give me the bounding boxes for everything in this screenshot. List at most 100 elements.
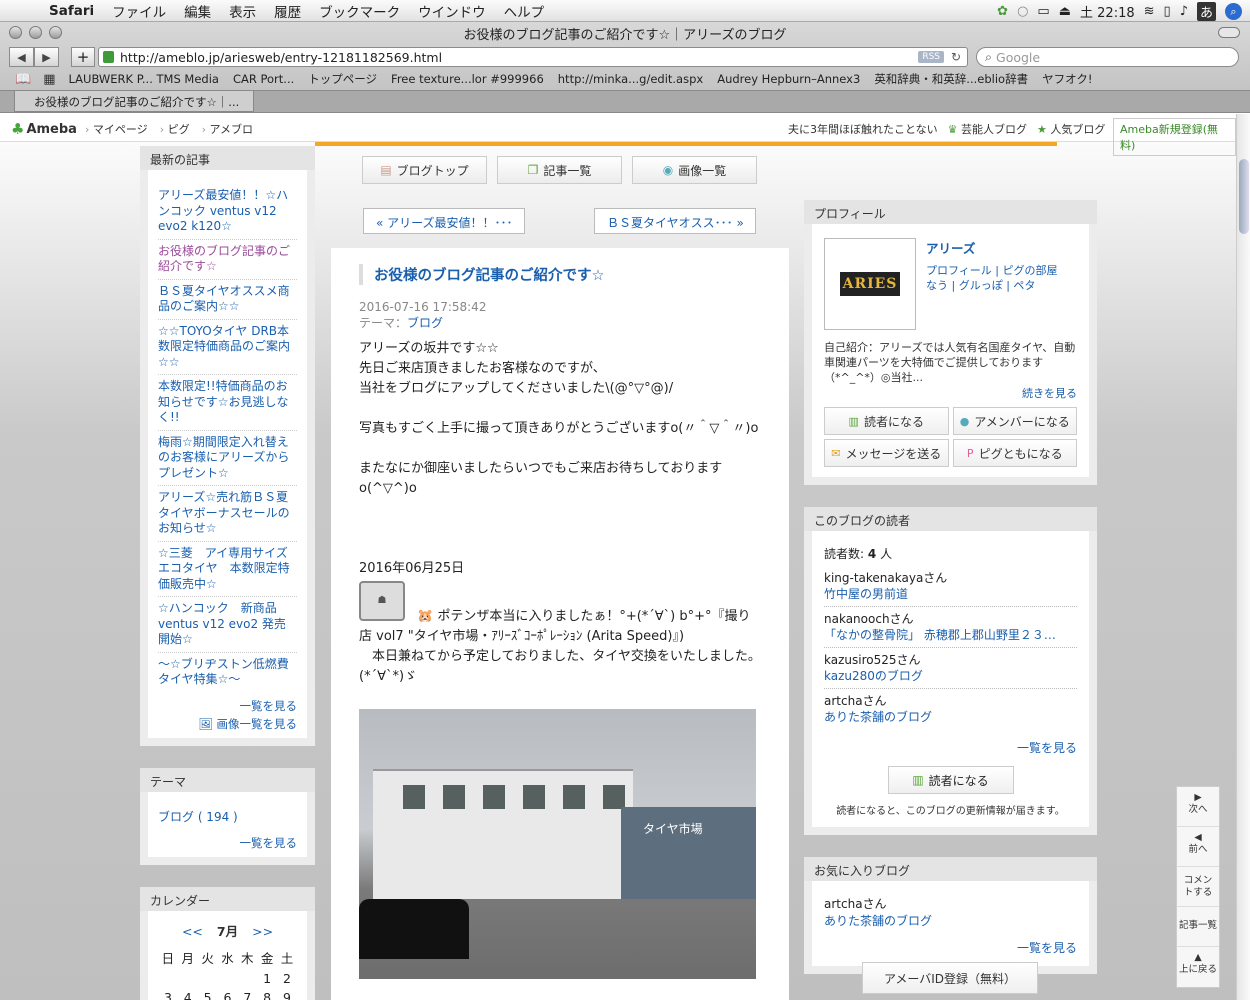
recent-post-link[interactable]: アリーズ最安値！！☆ハンコック ventus v12 evo2 k120☆ — [158, 184, 297, 240]
theme-link[interactable]: ブログ — [407, 316, 443, 330]
ime-icon[interactable]: あ — [1196, 2, 1216, 21]
article-title[interactable]: お役様のブログ記事のご紹介です☆ — [359, 264, 761, 285]
bookmark-item[interactable]: 英和辞典・和英辞...eblio辞書 — [867, 71, 1035, 87]
profile-image[interactable]: ARIES — [824, 238, 916, 330]
recent-post-link[interactable]: ☆ハンコック 新商品ventus v12 evo2 発売開始☆ — [158, 597, 297, 653]
volume-icon[interactable]: ♪ — [1180, 4, 1188, 19]
bookmark-item[interactable]: Free texture...lor #999966 — [384, 72, 551, 86]
menu-bookmarks[interactable]: ブックマーク — [310, 1, 409, 21]
recent-post-link[interactable]: ☆三菱 アイ専用サイズ エコタイヤ 本数限定特価販売中☆ — [158, 542, 300, 597]
top-sites-icon[interactable]: ▦ — [37, 72, 61, 87]
wifi-icon[interactable]: ≋ — [1144, 4, 1155, 19]
blog-top-button[interactable]: ▤ ブログトップ — [362, 156, 487, 184]
forward-button[interactable]: ▶ — [34, 47, 59, 67]
recent-post-link[interactable]: 梅雨☆期間限定入れ替えのお客様にアリーズからプレゼント☆ — [158, 431, 297, 486]
bookmark-item[interactable]: LAUBWERK P... TMS Media — [61, 72, 225, 86]
menu-window[interactable]: ウインドウ — [409, 1, 495, 21]
nav-pigg[interactable]: ピグ — [160, 121, 190, 137]
search-field[interactable]: ⌕ Google — [976, 47, 1239, 67]
reader-blog-link[interactable]: kazu280のブログ — [824, 669, 923, 683]
bookmark-item[interactable]: CAR Port... — [226, 72, 301, 86]
profile-link[interactable]: プロフィール — [926, 264, 992, 277]
fav-more-link[interactable]: 一覧を見る — [824, 939, 1077, 956]
address-bar[interactable]: http://ameblo.jp/ariesweb/entry-12181182… — [98, 47, 968, 67]
menu-edit[interactable]: 編集 — [175, 1, 220, 21]
calendar-next[interactable]: >> — [252, 924, 273, 939]
reader-blog-link[interactable]: 竹中屋の男前道 — [824, 587, 908, 601]
scrollbar[interactable] — [1236, 114, 1250, 1000]
clock[interactable]: 土 22:18 — [1080, 2, 1135, 21]
bubble-icon[interactable]: ○ — [1017, 4, 1028, 19]
add-bookmark-button[interactable]: + — [71, 47, 95, 67]
recent-post-link[interactable]: ～☆ブリヂストン低燃費タイヤ特集☆～ — [158, 653, 297, 692]
post-list-side-button[interactable]: 記事一覧 — [1177, 907, 1219, 947]
bookmark-item[interactable]: トップページ — [301, 71, 384, 87]
celeb-blog-link[interactable]: ♛ 芸能人ブログ — [948, 121, 1027, 137]
nav-mypage[interactable]: マイページ — [85, 121, 148, 137]
back-to-top-button[interactable]: ▲ 上に戻る — [1177, 947, 1219, 987]
menu-file[interactable]: ファイル — [103, 1, 175, 21]
recent-post-link[interactable]: アリーズ☆売れ筋ＢＳ夏タイヤボーナスセールのお知らせ☆ — [158, 486, 297, 542]
tab-current[interactable]: お役様のブログ記事のご紹介です☆｜... — [14, 91, 254, 112]
menu-app[interactable]: Safari — [40, 3, 103, 19]
toolbar-toggle-button[interactable] — [1218, 27, 1240, 38]
battery-icon[interactable]: ▯ — [1164, 4, 1171, 19]
scrollbar-thumb[interactable] — [1239, 159, 1249, 234]
bookmark-item[interactable]: http://minka...g/edit.aspx — [551, 72, 710, 86]
rss-badge[interactable]: RSS — [918, 51, 944, 63]
prev-post-link[interactable]: « アリーズ最安値！！･･･ — [363, 208, 525, 234]
readers-become-button[interactable]: ▥ 読者になる — [887, 766, 1014, 794]
spotlight-icon[interactable]: ⌕ — [1225, 3, 1242, 20]
send-message-button[interactable]: ✉ メッセージを送る — [824, 439, 949, 467]
comment-button[interactable]: コメントする — [1177, 867, 1219, 907]
pigg-room-link[interactable]: ピグの部屋 — [1002, 264, 1057, 277]
eject-icon[interactable]: ⏏ — [1059, 4, 1071, 19]
back-button[interactable]: ◀ — [9, 47, 34, 67]
ameba-id-register-button[interactable]: アメーバID登録（無料） — [862, 962, 1038, 994]
car-shape — [359, 899, 469, 959]
next-button[interactable]: ▶ 次へ — [1177, 787, 1219, 827]
prev-button[interactable]: ◀ 前へ — [1177, 827, 1219, 867]
now-link[interactable]: なう — [926, 279, 948, 292]
theme-link[interactable]: ブログ ( 194 ) — [158, 806, 297, 830]
become-reader-button[interactable]: ▥ 読者になる — [824, 407, 949, 435]
leaf-icon[interactable]: ✿ — [997, 4, 1008, 19]
pigg-friend-button[interactable]: P ピグともになる — [952, 439, 1077, 467]
shop-photo[interactable]: タイヤ市場 — [359, 709, 756, 979]
reader-blog-link[interactable]: 「なかの整骨院」 赤穂郡上郡山野里２３… — [824, 628, 1056, 642]
next-post-link[interactable]: ＢＳ夏タイヤオスス･･･ » — [594, 208, 756, 234]
reading-list-icon[interactable]: 📖 — [9, 72, 37, 87]
menu-view[interactable]: 表示 — [220, 1, 265, 21]
reload-icon[interactable]: ↻ — [951, 50, 967, 64]
reader-blog-link[interactable]: ありた茶舗のブログ — [824, 710, 932, 724]
recent-post-link[interactable]: ＢＳ夏タイヤオススメ商品のご案内☆☆ — [158, 280, 297, 320]
bookmark-item[interactable]: ヤフオク! — [1035, 71, 1099, 87]
recent-post-link[interactable]: お役様のブログ記事のご紹介です☆ — [158, 240, 297, 280]
trend-link[interactable]: 夫に3年間ほぼ触れたことない — [788, 121, 938, 137]
display-icon[interactable]: ▭ — [1037, 4, 1049, 19]
image-list-button[interactable]: ◉ 画像一覧 — [632, 156, 757, 184]
peta-link[interactable]: ペタ — [1013, 279, 1035, 292]
recent-post-link[interactable]: 本数限定!!特価商品のお知らせです☆お見逃しなく!! — [158, 375, 297, 431]
nav-ameblo[interactable]: アメブロ — [202, 121, 253, 137]
ameba-logo[interactable]: ♣ Ameba — [11, 120, 77, 138]
profile-more-link[interactable]: 続きを見る — [824, 385, 1077, 401]
post-list-button[interactable]: ❐ 記事一覧 — [497, 156, 622, 184]
readers-more-link[interactable]: 一覧を見る — [824, 739, 1077, 756]
popular-blog-link[interactable]: ★ 人気ブログ — [1037, 121, 1105, 137]
register-button[interactable]: Ameba新規登録(無料) — [1113, 118, 1236, 156]
profile-name[interactable]: アリーズ — [926, 238, 1057, 257]
amember-button[interactable]: ● アメンバーになる — [952, 407, 1077, 435]
group-link[interactable]: グルっぽ — [959, 279, 1003, 292]
theme-more-link[interactable]: 一覧を見る — [158, 829, 298, 851]
recent-more-link[interactable]: 一覧を見る — [158, 692, 298, 714]
back-arrow-icon: ◀ — [1194, 832, 1202, 843]
image-list-link[interactable]: 🖼 画像一覧を見る — [158, 714, 297, 732]
recent-post-link[interactable]: ☆☆TOYOタイヤ DRB本数限定特価商品のご案内☆☆ — [158, 320, 297, 375]
bookmark-item[interactable]: Audrey Hepburn–Annex3 — [710, 72, 867, 86]
menu-history[interactable]: 履歴 — [265, 1, 310, 21]
calendar-prev[interactable]: << — [182, 924, 203, 939]
fav-blog-link[interactable]: ありた茶舗のブログ — [824, 914, 932, 928]
url-text[interactable]: http://ameblo.jp/ariesweb/entry-12181182… — [120, 50, 918, 65]
menu-help[interactable]: ヘルプ — [495, 1, 554, 21]
